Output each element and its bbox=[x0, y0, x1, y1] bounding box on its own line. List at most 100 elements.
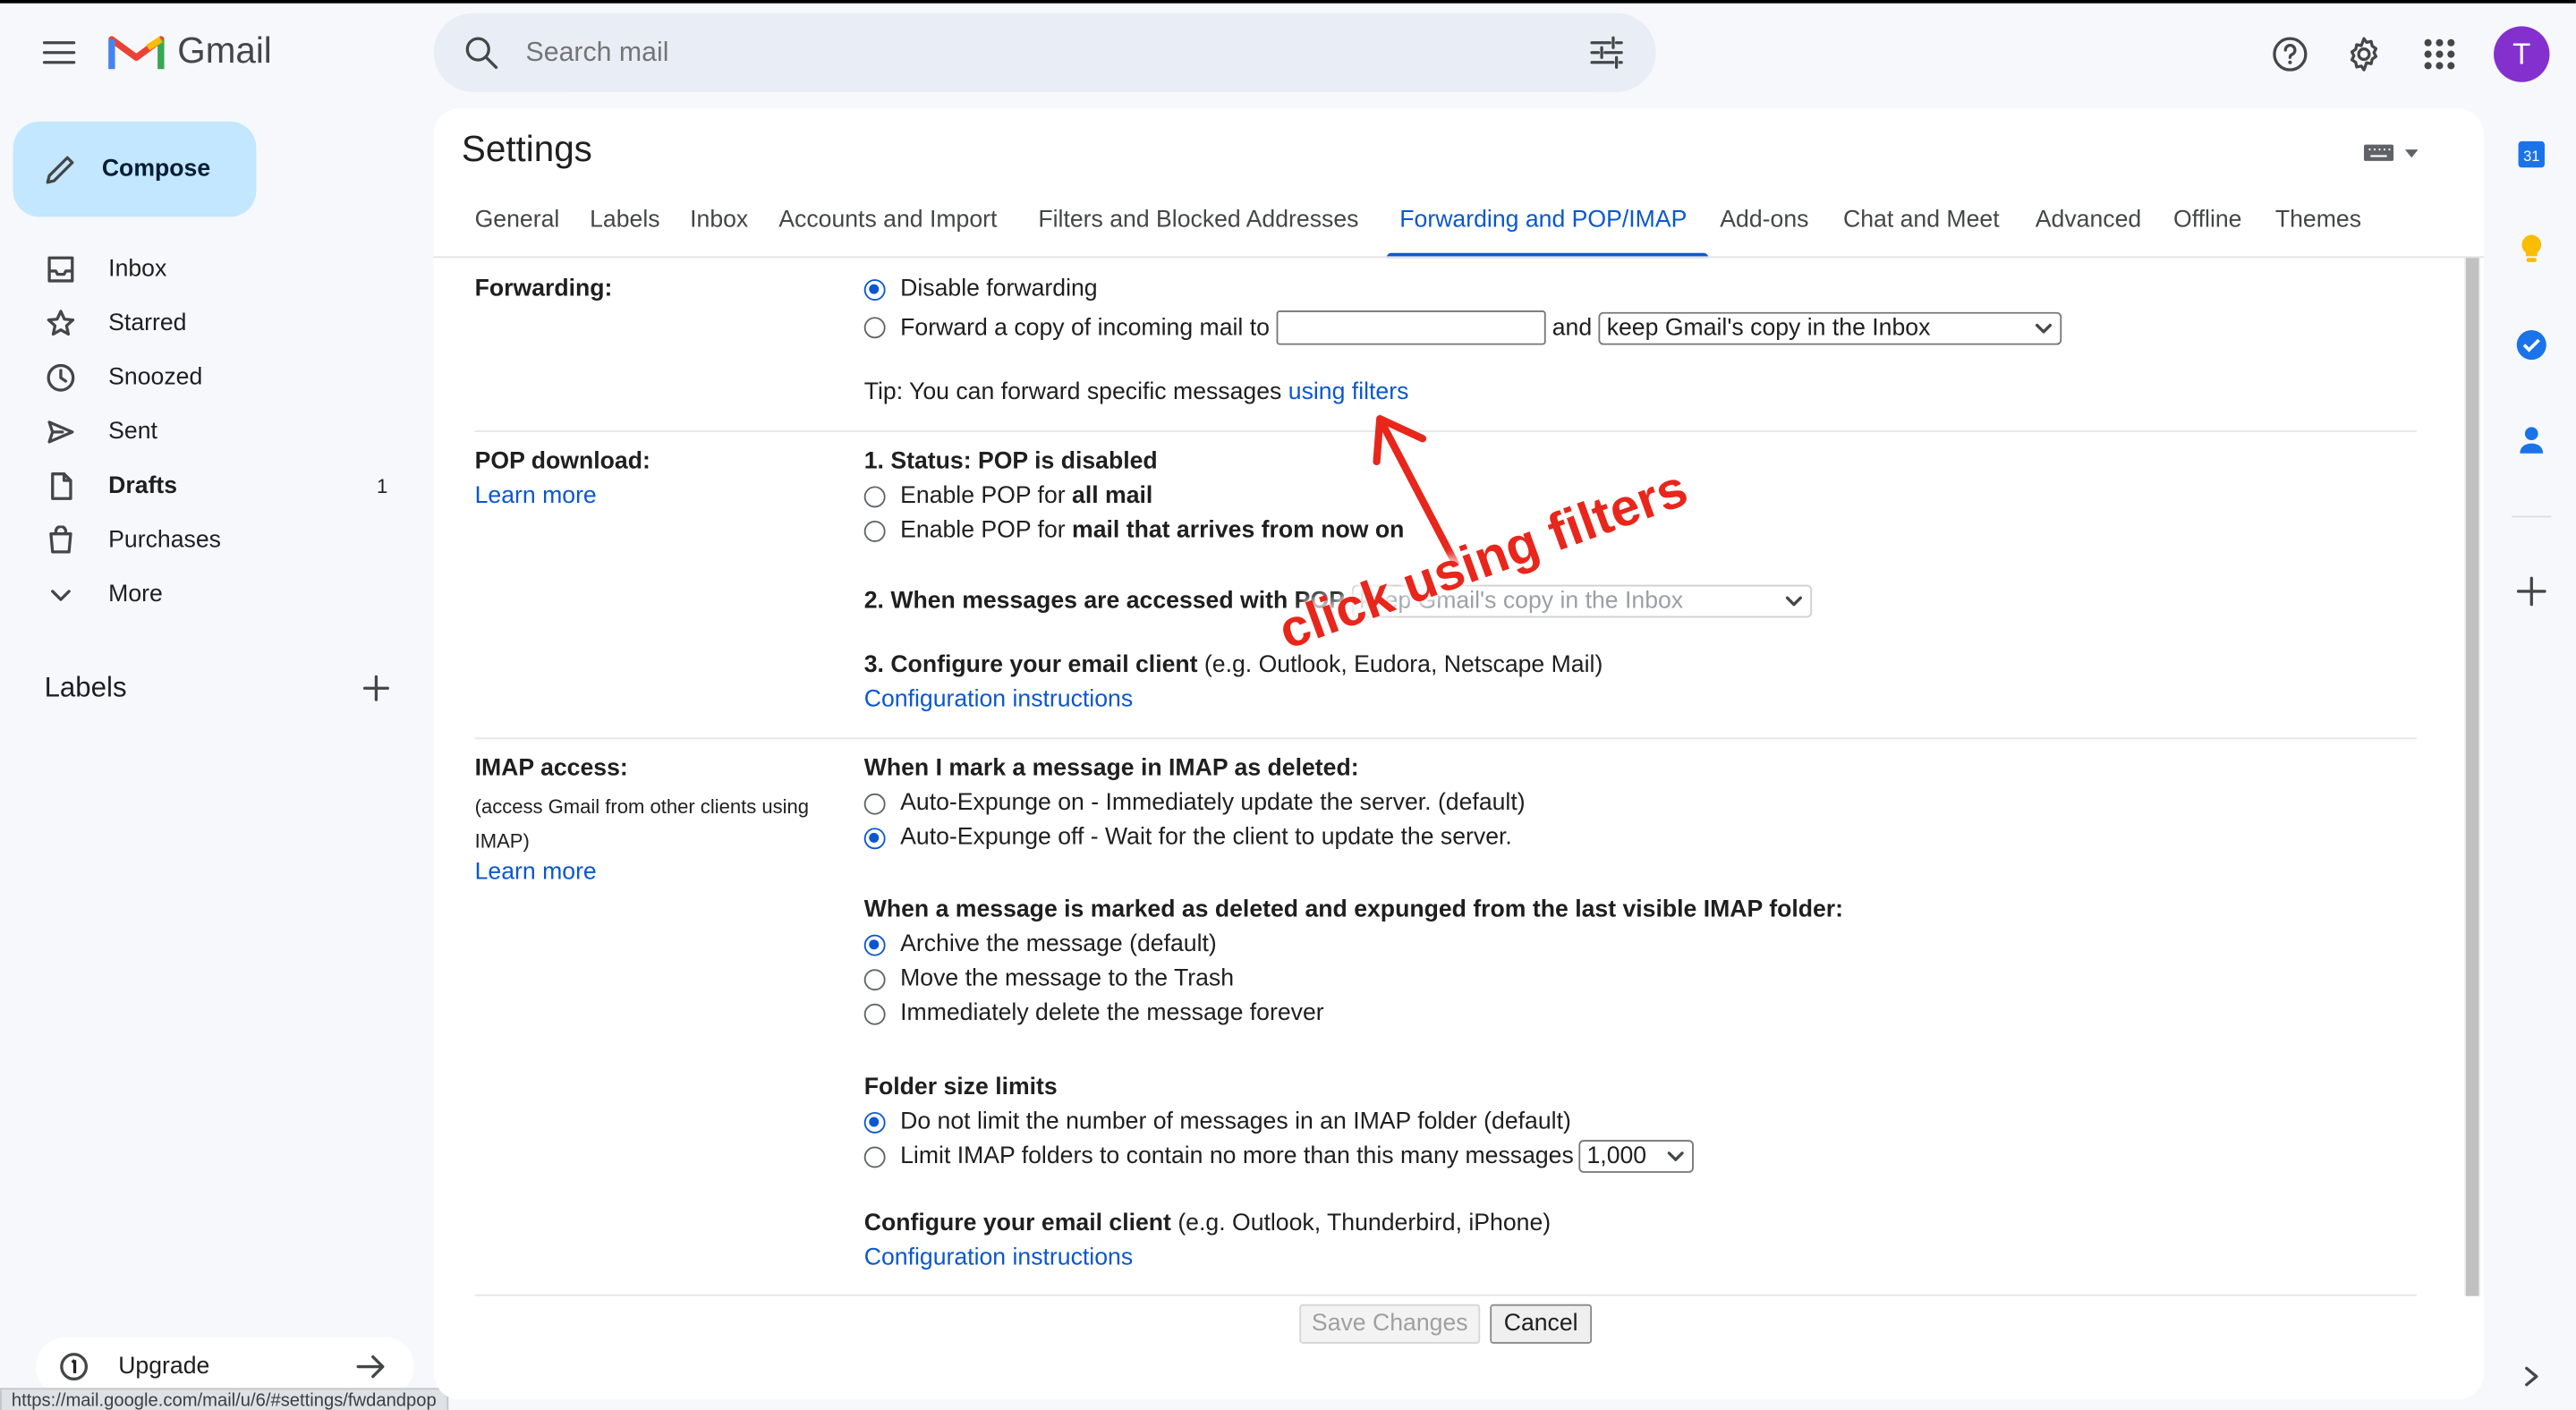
forward-disable-label: Disable forwarding bbox=[900, 276, 1098, 302]
forward-tip: Tip: You can forward specific messages u… bbox=[864, 379, 1409, 405]
forward-disable-option[interactable]: Disable forwarding bbox=[863, 276, 1098, 302]
sidebar-item-inbox[interactable]: Inbox bbox=[0, 243, 414, 296]
get-addons-button[interactable] bbox=[2512, 572, 2551, 611]
tab-general[interactable]: General bbox=[475, 207, 560, 233]
calendar-icon: 31 bbox=[2518, 140, 2545, 168]
bag-icon bbox=[0, 525, 108, 556]
trash-option[interactable]: Move the message to the Trash bbox=[863, 966, 1234, 992]
limit-select[interactable]: 1,000 bbox=[1578, 1140, 1694, 1173]
auto-expunge-off-label: Auto-Expunge off - Wait for the client t… bbox=[900, 824, 1512, 852]
sidebar-item-drafts[interactable]: Drafts 1 bbox=[0, 460, 414, 513]
upgrade-icon bbox=[60, 1353, 89, 1380]
auto-expunge-off-option[interactable]: Auto-Expunge off - Wait for the client t… bbox=[863, 824, 1512, 852]
and-label: and bbox=[1552, 314, 1593, 341]
delete-forever-radio[interactable] bbox=[863, 1002, 886, 1024]
search-icon bbox=[465, 37, 498, 69]
imap-config-row: Configure your email client (e.g. Outloo… bbox=[864, 1210, 1551, 1236]
tab-labels[interactable]: Labels bbox=[590, 207, 659, 233]
forward-disable-radio[interactable] bbox=[863, 278, 886, 301]
chevron-down-icon bbox=[2036, 322, 2053, 333]
tab-offline[interactable]: Offline bbox=[2173, 207, 2241, 233]
tab-themes[interactable]: Themes bbox=[2275, 207, 2361, 233]
limit-radio[interactable] bbox=[863, 1145, 886, 1168]
pop-config-label: 3. Configure your email client bbox=[863, 651, 1198, 679]
pop-config-instructions-link[interactable]: Configuration instructions bbox=[864, 686, 1133, 712]
forward-address-field[interactable] bbox=[1276, 310, 1546, 345]
main-menu-button[interactable] bbox=[26, 20, 91, 85]
pop-all-radio[interactable] bbox=[863, 485, 886, 507]
imap-label: IMAP access: bbox=[474, 755, 628, 782]
keyboard-icon bbox=[2364, 144, 2394, 161]
keep-copy-select[interactable]: keep Gmail's copy in the Inbox bbox=[1598, 310, 2062, 344]
show-side-panel-button[interactable] bbox=[2512, 1357, 2551, 1397]
scrollbar-track[interactable] bbox=[2464, 258, 2481, 1296]
tasks-app[interactable] bbox=[2512, 326, 2551, 365]
tab-accounts-and-import[interactable]: Accounts and Import bbox=[778, 207, 997, 233]
plus-icon bbox=[2516, 576, 2546, 607]
tasks-check-icon bbox=[2516, 330, 2546, 361]
clock-icon bbox=[0, 363, 108, 393]
search-options-icon[interactable] bbox=[1588, 35, 1624, 71]
sidebar-item-label: Purchases bbox=[108, 527, 221, 554]
apps-button[interactable] bbox=[2407, 21, 2472, 87]
add-label-button[interactable] bbox=[361, 674, 391, 703]
tab-add-ons[interactable]: Add-ons bbox=[1720, 207, 1808, 233]
save-changes-button[interactable]: Save Changes bbox=[1299, 1304, 1481, 1344]
archive-option[interactable]: Archive the message (default) bbox=[863, 931, 1217, 957]
tab-advanced[interactable]: Advanced bbox=[2036, 207, 2141, 233]
search-input[interactable] bbox=[525, 32, 1512, 72]
imap-config-label: Configure your email client bbox=[863, 1210, 1171, 1237]
sidebar-item-purchases[interactable]: Purchases bbox=[0, 514, 414, 567]
sidebar-item-starred[interactable]: Starred bbox=[0, 297, 414, 350]
sidebar-item-more[interactable]: More bbox=[0, 568, 414, 621]
pop-now-radio[interactable] bbox=[863, 520, 886, 541]
avatar[interactable]: T bbox=[2494, 26, 2550, 82]
cancel-button[interactable]: Cancel bbox=[1490, 1304, 1593, 1344]
search-bar[interactable] bbox=[433, 13, 1656, 92]
no-limit-option[interactable]: Do not limit the number of messages in a… bbox=[863, 1108, 1571, 1135]
sidebar-item-snoozed[interactable]: Snoozed bbox=[0, 352, 414, 404]
trash-radio[interactable] bbox=[863, 968, 886, 990]
imap-config-instructions-link[interactable]: Configuration instructions bbox=[864, 1245, 1133, 1271]
app-name: Gmail bbox=[177, 30, 272, 71]
pop-all-option[interactable]: Enable POP for all mail bbox=[863, 483, 1152, 509]
hamburger-icon bbox=[42, 41, 76, 64]
tab-chat-and-meet[interactable]: Chat and Meet bbox=[1843, 207, 2000, 233]
labels-heading: Labels bbox=[44, 671, 127, 703]
auto-expunge-off-radio[interactable] bbox=[863, 827, 886, 849]
tab-forwarding-and-pop-imap[interactable]: Forwarding and POP/IMAP bbox=[1399, 207, 1687, 233]
support-button[interactable] bbox=[2257, 21, 2323, 87]
no-limit-label: Do not limit the number of messages in a… bbox=[900, 1108, 1571, 1135]
no-limit-radio[interactable] bbox=[863, 1111, 886, 1133]
input-tools-button[interactable] bbox=[2362, 141, 2421, 165]
apps-grid-icon bbox=[2424, 38, 2455, 70]
keep-app[interactable] bbox=[2512, 230, 2551, 269]
calendar-app[interactable]: 31 bbox=[2512, 135, 2551, 174]
sidebar-item-sent[interactable]: Sent bbox=[0, 405, 414, 458]
tab-inbox[interactable]: Inbox bbox=[690, 207, 748, 233]
gmail-logo[interactable]: Gmail bbox=[108, 30, 272, 72]
sidebar-item-label: Inbox bbox=[108, 256, 167, 283]
pop-now-option[interactable]: Enable POP for mail that arrives from no… bbox=[863, 517, 1404, 544]
sidebar-item-label: Sent bbox=[108, 419, 157, 446]
settings-button[interactable] bbox=[2331, 21, 2396, 87]
keep-bulb-icon bbox=[2521, 234, 2542, 262]
compose-button[interactable]: Compose bbox=[13, 121, 257, 217]
scrollbar-thumb[interactable] bbox=[2465, 258, 2479, 1296]
help-icon bbox=[2273, 37, 2308, 72]
pop-learn-more-link[interactable]: Learn more bbox=[475, 483, 597, 509]
contacts-app[interactable] bbox=[2512, 420, 2551, 460]
draft-icon bbox=[0, 471, 108, 501]
imap-learn-more-link[interactable]: Learn more bbox=[475, 859, 597, 885]
tab-filters-and-blocked-addresses[interactable]: Filters and Blocked Addresses bbox=[1038, 207, 1358, 233]
limit-option[interactable]: Limit IMAP folders to contain no more th… bbox=[863, 1140, 1694, 1173]
delete-forever-option[interactable]: Immediately delete the message forever bbox=[863, 1000, 1324, 1027]
gear-icon bbox=[2350, 37, 2378, 72]
auto-expunge-on-radio[interactable] bbox=[863, 792, 886, 814]
folder-size-title: Folder size limits bbox=[863, 1074, 1058, 1101]
using-filters-link[interactable]: using filters bbox=[1288, 379, 1409, 405]
forward-copy-radio[interactable] bbox=[863, 317, 886, 339]
archive-radio[interactable] bbox=[863, 933, 886, 956]
auto-expunge-on-option[interactable]: Auto-Expunge on - Immediately update the… bbox=[863, 790, 1526, 816]
forward-copy-option[interactable]: Forward a copy of incoming mail to and k… bbox=[863, 310, 2062, 345]
